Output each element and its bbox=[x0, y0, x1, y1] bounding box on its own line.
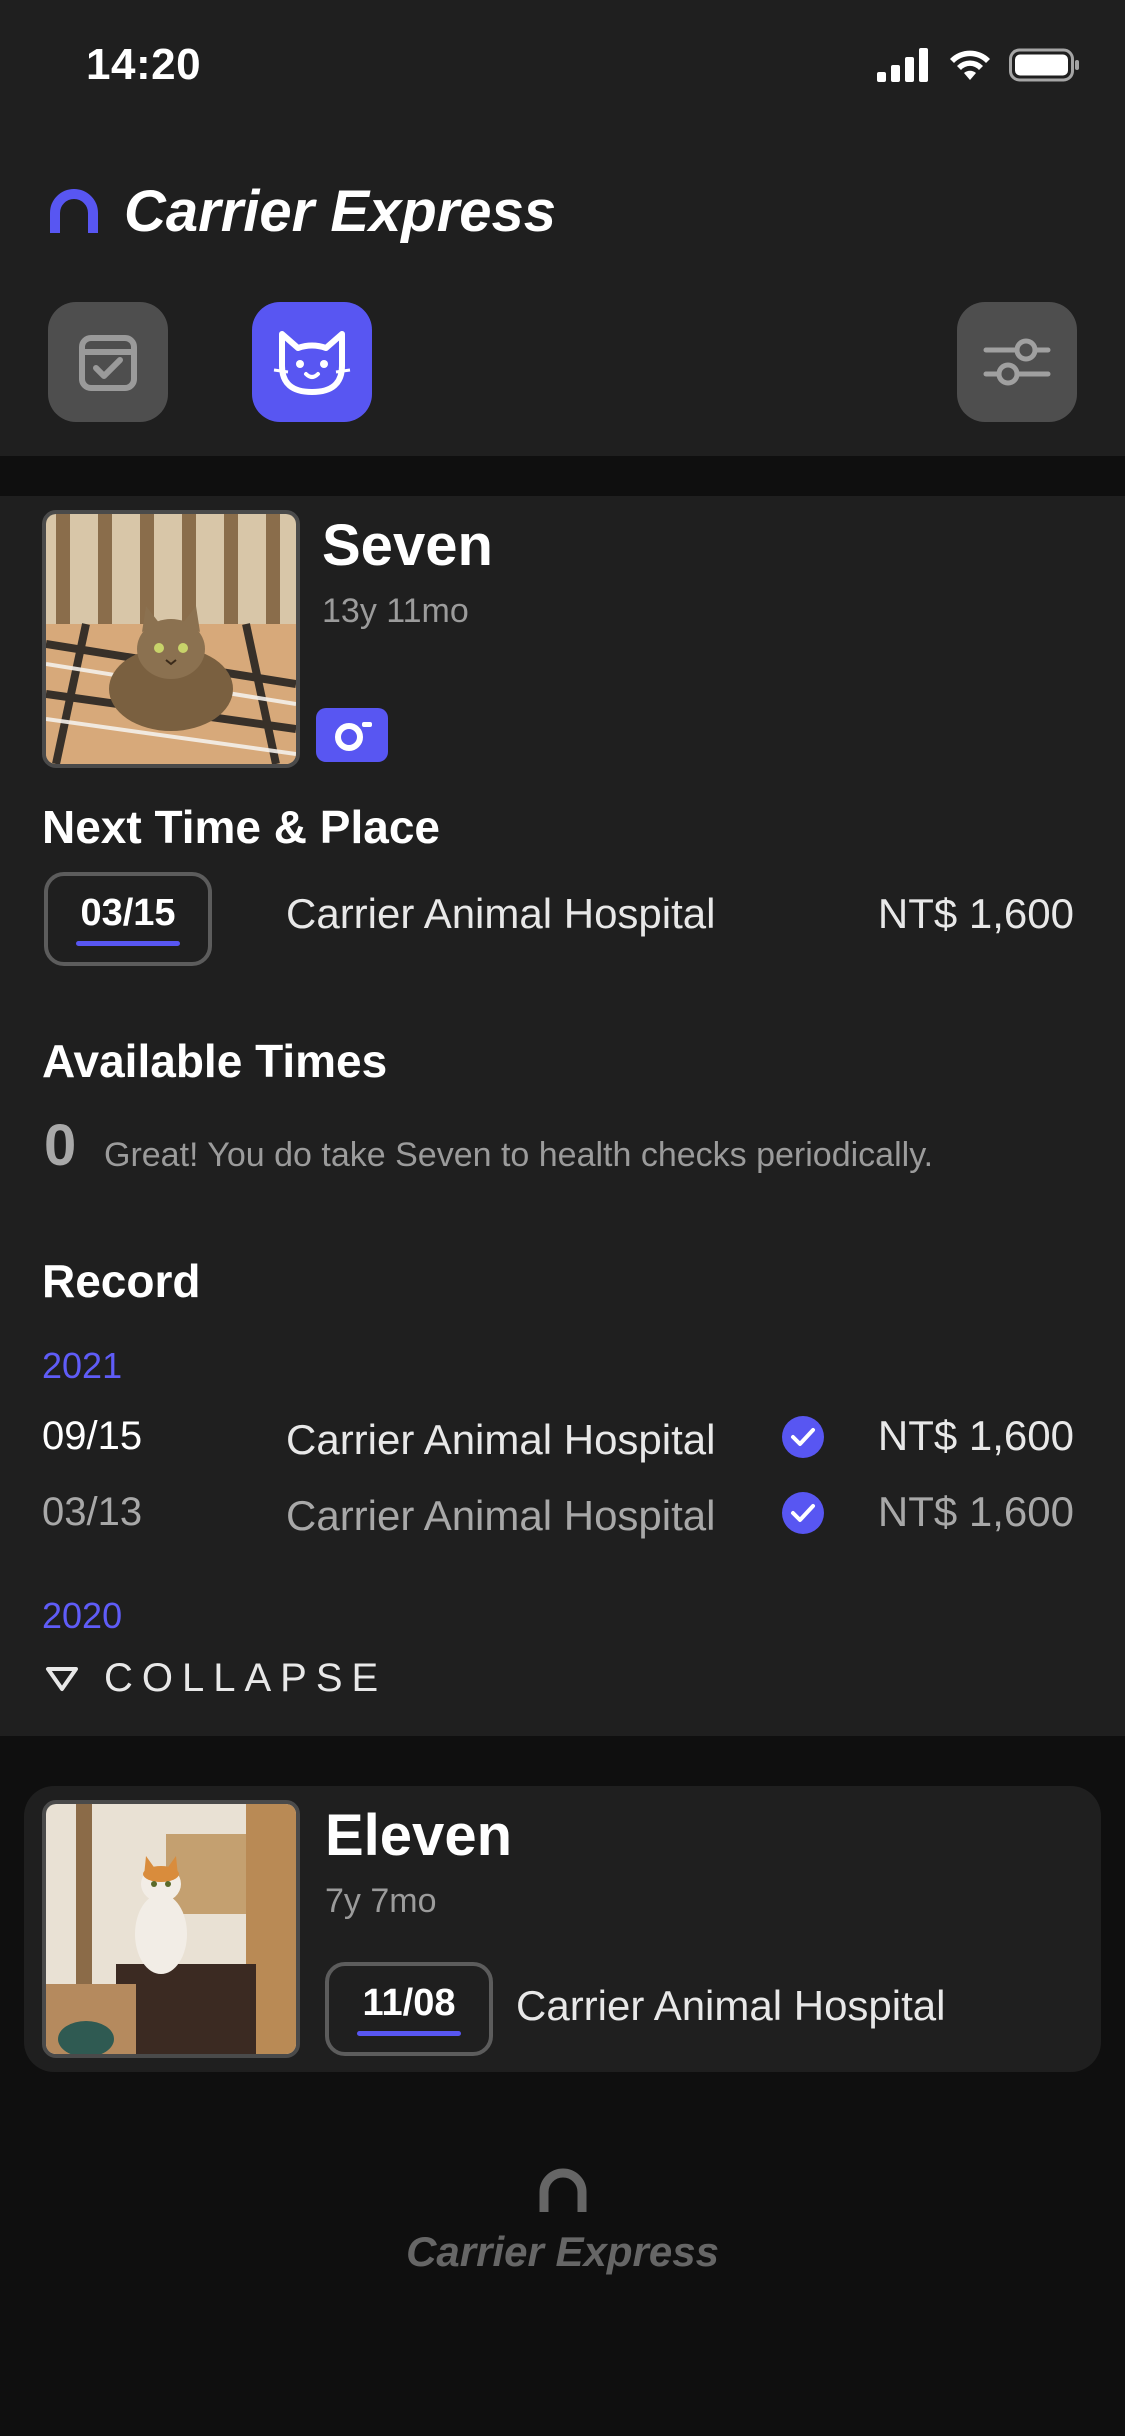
record-year: 2021 bbox=[42, 1345, 123, 1386]
triangle-down-icon bbox=[46, 1666, 78, 1691]
battery-icon bbox=[1009, 48, 1079, 82]
cat-photo-seven bbox=[46, 514, 296, 764]
cat-photo-eleven bbox=[46, 1804, 296, 2054]
pet-name: Seven bbox=[322, 513, 493, 578]
record-date: 09/15 bbox=[42, 1414, 143, 1458]
date-underline bbox=[76, 941, 180, 946]
pet-age: 7y 7mo bbox=[325, 1882, 437, 1920]
date-underline bbox=[357, 2031, 461, 2036]
pet-name: Eleven bbox=[325, 1803, 512, 1868]
pet-photo[interactable] bbox=[42, 510, 300, 768]
available-times-title: Available Times bbox=[42, 1035, 388, 1087]
record-price: NT$ 1,600 bbox=[877, 1412, 1074, 1459]
calendar-tab-button[interactable] bbox=[48, 302, 168, 422]
pet-age: 13y 11mo bbox=[322, 592, 469, 630]
record-date: 03/13 bbox=[42, 1490, 143, 1534]
camera-button[interactable] bbox=[316, 708, 388, 762]
app-title: Carrier Express bbox=[124, 179, 557, 244]
next-date: 03/15 bbox=[80, 892, 176, 934]
calendar-check-icon bbox=[79, 335, 137, 391]
carrier-logo-icon bbox=[50, 188, 98, 233]
pet-photo[interactable] bbox=[42, 1800, 300, 2058]
record-place: Carrier Animal Hospital bbox=[286, 1416, 716, 1463]
status-icons bbox=[877, 48, 1081, 82]
signal-icon bbox=[877, 48, 928, 82]
footer-title: Carrier Express bbox=[406, 2228, 719, 2275]
available-count: 0 bbox=[44, 1113, 77, 1178]
next-time-title: Next Time & Place bbox=[42, 801, 441, 853]
record-place: Carrier Animal Hospital bbox=[286, 1492, 716, 1539]
available-message: Great! You do take Seven to health check… bbox=[104, 1136, 934, 1174]
footer-brand: Carrier Express bbox=[0, 2168, 1125, 2276]
brand: Carrier Express bbox=[48, 178, 556, 245]
status-time: 14:20 bbox=[86, 40, 202, 89]
next-place: Carrier Animal Hospital bbox=[286, 890, 716, 937]
collapse-label: COLLAPSE bbox=[104, 1656, 388, 1700]
record-title: Record bbox=[42, 1255, 201, 1307]
next-date-pill[interactable]: 03/15 bbox=[44, 872, 212, 966]
sliders-icon bbox=[983, 338, 1051, 386]
carrier-logo-icon bbox=[539, 2168, 586, 2212]
filter-settings-button[interactable] bbox=[957, 302, 1077, 422]
next-place: Carrier Animal Hospital bbox=[516, 1982, 946, 2029]
next-date: 11/08 bbox=[362, 1982, 456, 2024]
pets-tab-button[interactable] bbox=[252, 302, 372, 422]
record-price: NT$ 1,600 bbox=[877, 1488, 1074, 1535]
next-date-pill[interactable]: 11/08 bbox=[325, 1962, 493, 2056]
camera-icon bbox=[335, 722, 372, 751]
cat-face-icon bbox=[273, 331, 351, 395]
wifi-icon bbox=[950, 50, 990, 80]
next-price: NT$ 1,600 bbox=[877, 890, 1074, 937]
collapse-button[interactable]: COLLAPSE bbox=[44, 1656, 387, 1701]
record-year: 2020 bbox=[42, 1595, 123, 1636]
